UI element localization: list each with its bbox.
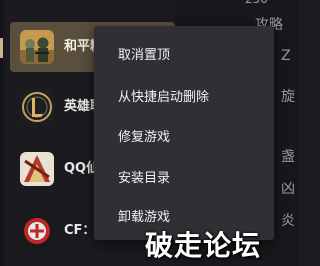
selection-indicator: [0, 38, 3, 58]
context-menu: 取消置顶 从快捷启动删除 修复游戏 安装目录 卸载游戏: [94, 26, 274, 240]
menu-item-remove-from-quick-launch[interactable]: 从快捷启动删除: [94, 83, 274, 113]
panel-text: 盏: [281, 149, 295, 165]
panel-text: 凶: [281, 181, 295, 197]
menu-item-install-directory[interactable]: 安装目录: [94, 164, 274, 194]
panel-text: 炎: [281, 213, 295, 229]
crossfire-game-icon: [20, 214, 54, 248]
menu-item-unpin[interactable]: 取消置顶: [94, 41, 274, 71]
qq-xian-game-icon: [20, 152, 54, 186]
peacekeeper-elite-game-icon: [20, 30, 54, 64]
game-launcher-window: 和平精 英雄联 QQ仙 CF： 攻略 Z 旋 盏 凶 炎 取消置顶 从快捷启动删…: [0, 0, 298, 266]
menu-item-repair-game[interactable]: 修复游戏: [94, 123, 274, 153]
panel-text: 250: [245, 0, 268, 6]
league-of-legends-game-icon: [20, 90, 54, 124]
panel-text: 旋: [281, 89, 295, 105]
panel-text: Z: [281, 48, 291, 64]
watermark: 破走论坛: [145, 229, 262, 262]
game-label: CF：: [64, 223, 96, 238]
